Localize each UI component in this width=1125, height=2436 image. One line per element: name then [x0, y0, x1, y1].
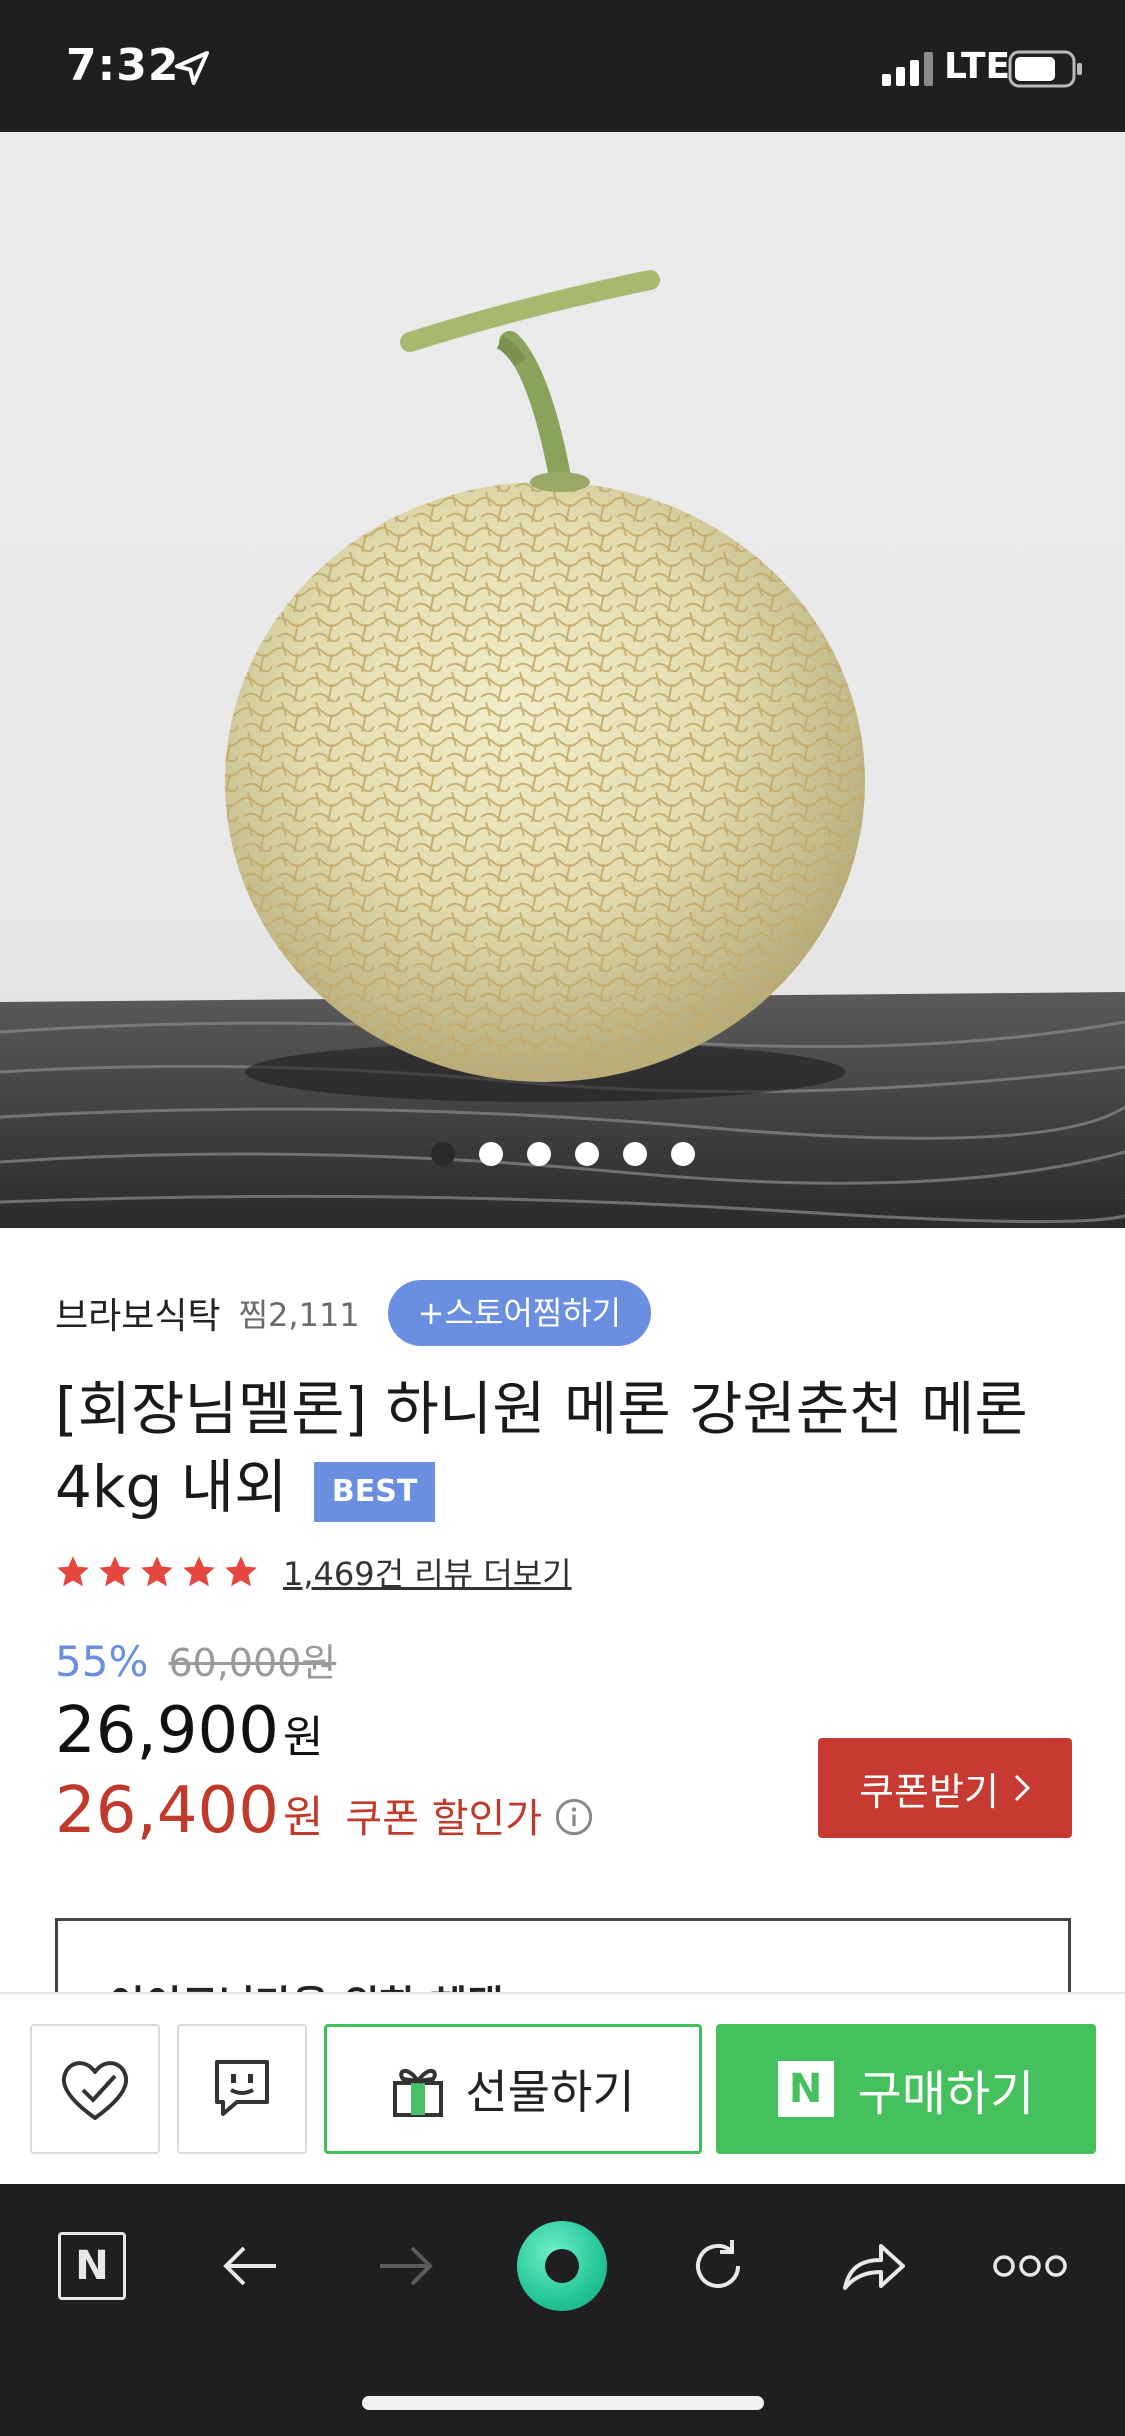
star-icon [225, 1556, 257, 1587]
store-name[interactable]: 브라보식탁 [55, 1287, 221, 1339]
rating-row: 1,469건 리뷰 더보기 [55, 1548, 572, 1596]
carousel-dot[interactable] [430, 1142, 455, 1166]
favorite-button[interactable] [30, 2024, 160, 2154]
star-icon [57, 1556, 89, 1587]
refresh-icon [696, 2240, 740, 2288]
more-button[interactable] [980, 2216, 1080, 2316]
arrow-left-icon [223, 2246, 276, 2286]
melon-product-photo [0, 270, 1125, 1228]
rating-stars [55, 1554, 259, 1590]
get-coupon-label: 쿠폰받기 [859, 1769, 999, 1814]
refresh-button[interactable] [668, 2216, 768, 2316]
coupon-price-label: 쿠폰 할인가 [345, 1796, 543, 1842]
carousel-dot[interactable] [574, 1142, 599, 1166]
gift-label: 선물하기 [465, 2065, 635, 2119]
coupon-price: 26,400 [55, 1774, 279, 1848]
get-coupon-button[interactable]: 쿠폰받기 [818, 1738, 1072, 1838]
carousel-dot[interactable] [622, 1142, 647, 1166]
forward-button[interactable] [356, 2216, 456, 2316]
talk-button[interactable] [177, 2024, 307, 2154]
naver-pay-icon: N [777, 2061, 834, 2117]
best-badge: BEST [313, 1462, 436, 1522]
arrow-right-icon [380, 2246, 433, 2286]
carousel-dot[interactable] [526, 1142, 551, 1166]
status-time: 7:32 [66, 40, 180, 91]
network-label: LTE [944, 46, 1011, 87]
coupon-price-unit: 원 [282, 1792, 324, 1843]
buy-button[interactable]: N 구매하기 [716, 2024, 1096, 2154]
review-link[interactable]: 1,469건 리뷰 더보기 [283, 1549, 572, 1595]
star-icon [141, 1556, 173, 1587]
signal-bars-icon [882, 52, 933, 86]
store-likes: 찜2,111 [238, 1296, 360, 1334]
back-button[interactable] [200, 2216, 300, 2316]
star-icon [99, 1556, 131, 1587]
discount-row: 55% 60,000원 [55, 1632, 336, 1687]
purchase-action-bar: 선물하기 N 구매하기 [0, 1992, 1125, 2184]
naver-home-icon: N [58, 2232, 126, 2300]
sale-price-unit: 원 [282, 1712, 324, 1763]
info-icon[interactable] [554, 1797, 594, 1837]
gift-icon [393, 2069, 444, 2117]
share-button[interactable] [824, 2216, 924, 2316]
product-title: [회장님멜론] 하니원 메론 강원춘천 메론 4kg 내외 BEST [55, 1370, 1055, 1526]
original-price: 60,000원 [168, 1641, 337, 1685]
store-row: 브라보식탁 찜2,111 +스토어찜하기 [55, 1278, 652, 1348]
carousel-dot[interactable] [670, 1142, 695, 1166]
carousel-dots [0, 1142, 1125, 1182]
browser-toolbar: N [0, 2184, 1125, 2436]
buy-label: 구매하기 [857, 2066, 1035, 2122]
star-icon [183, 1556, 215, 1587]
sale-price-row: 26,900 원 [55, 1694, 323, 1768]
naver-home-button[interactable]: N [42, 2216, 142, 2316]
product-image-carousel[interactable] [0, 132, 1125, 1228]
home-indicator[interactable] [362, 2396, 764, 2410]
coupon-price-row: 26,400 원 쿠폰 할인가 [55, 1774, 594, 1848]
sale-price: 26,900 [55, 1694, 279, 1768]
location-arrow-icon [175, 51, 209, 85]
chat-bubble-icon [215, 2060, 269, 2116]
status-bar: 7:32 LTE [0, 0, 1125, 132]
battery-icon [1008, 50, 1082, 88]
screen: 7:32 LTE 브라보식탁 찜2,111 +스토어찜하기 [회장님멜론] 하니… [0, 0, 1125, 2436]
more-dots-icon [993, 2255, 1067, 2277]
green-dot-icon [517, 2221, 607, 2311]
carousel-dot[interactable] [478, 1142, 503, 1166]
share-arrow-icon [843, 2244, 905, 2290]
gift-button[interactable]: 선물하기 [324, 2024, 702, 2154]
heart-check-icon [61, 2061, 129, 2120]
chevron-right-icon [1014, 1774, 1031, 1802]
product-title-text: [회장님멜론] 하니원 메론 강원춘천 메론 4kg 내외 [55, 1375, 1028, 1521]
store-favorite-button[interactable]: +스토어찜하기 [387, 1280, 652, 1346]
green-dot-button[interactable] [512, 2216, 612, 2316]
discount-rate: 55% [55, 1637, 149, 1686]
